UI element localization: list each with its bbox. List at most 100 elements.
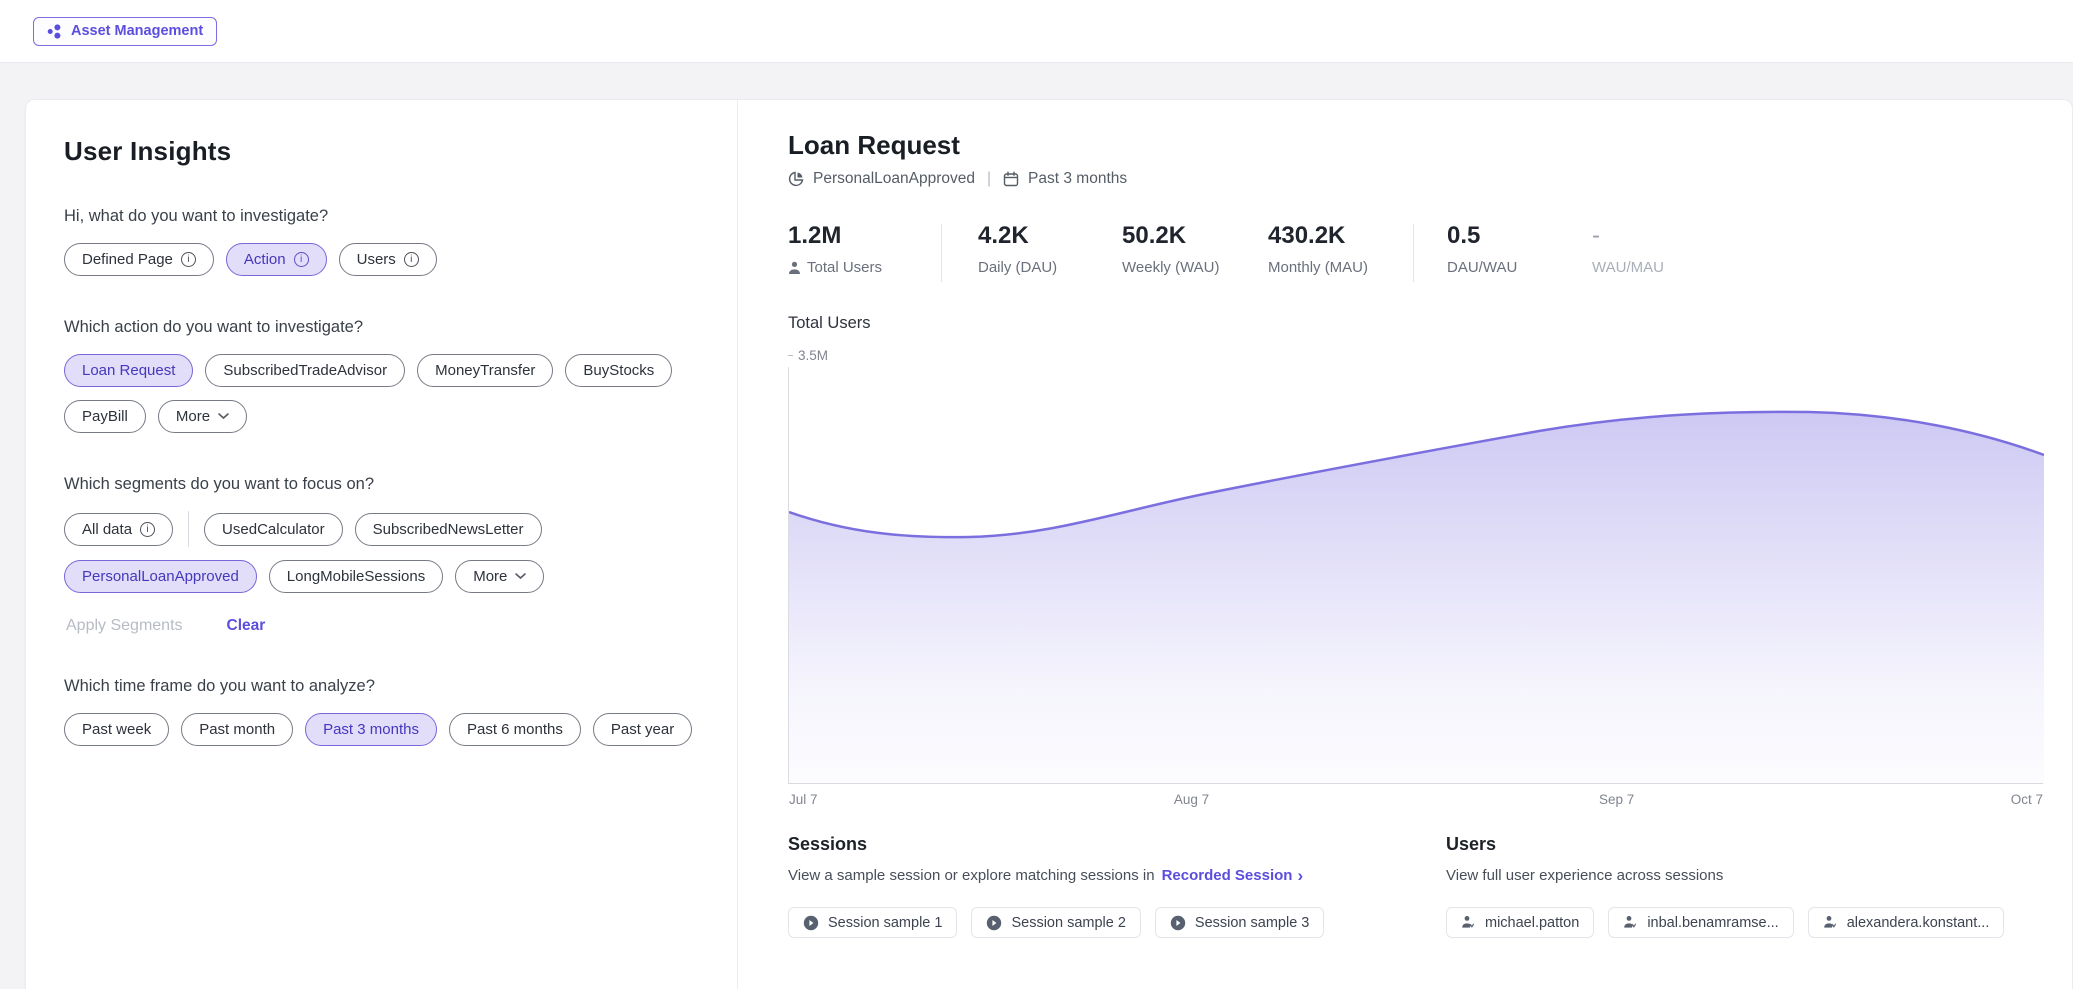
chip-money-transfer[interactable]: MoneyTransfer xyxy=(417,354,553,387)
session-sample-1-button[interactable]: Session sample 1 xyxy=(788,907,957,938)
session-samples-row: Session sample 1 Session sample 2 Sessio… xyxy=(788,907,1446,938)
insights-card: User Insights Hi, what do you want to in… xyxy=(25,99,2073,989)
chip-label: Defined Page xyxy=(82,251,173,268)
sessions-section: Sessions View a sample session or explor… xyxy=(788,834,1446,938)
chip-long-mobile-sessions[interactable]: LongMobileSessions xyxy=(269,560,443,593)
chip-past-week[interactable]: Past week xyxy=(64,713,169,746)
timeframe-chip-row: Past week Past month Past 3 months Past … xyxy=(64,713,697,746)
chip-label: Action xyxy=(244,251,286,268)
sessions-title: Sessions xyxy=(788,834,1446,855)
sessions-description: View a sample session or explore matchin… xyxy=(788,867,1446,884)
metric-label: Monthly (MAU) xyxy=(1268,259,1368,276)
chip-past-3-months[interactable]: Past 3 months xyxy=(305,713,437,746)
chip-personal-loan-approved[interactable]: PersonalLoanApproved xyxy=(64,560,257,593)
question-action: Which action do you want to investigate? xyxy=(64,318,697,337)
metric-value: 0.5 xyxy=(1447,222,1592,250)
metric-dau: 4.2K Daily (DAU) xyxy=(978,222,1122,276)
chip-label: Past 6 months xyxy=(467,721,563,738)
play-icon xyxy=(1170,915,1186,931)
x-tick-sep: Sep 7 xyxy=(1599,792,1634,807)
chip-defined-page[interactable]: Defined Page xyxy=(64,243,214,276)
user-alexandera-button[interactable]: alexandera.konstant... xyxy=(1808,907,2005,938)
play-icon xyxy=(986,915,1002,931)
user-michael-patton-button[interactable]: michael.patton xyxy=(1446,907,1594,938)
chip-label: Loan Request xyxy=(82,362,175,379)
tick-mark xyxy=(788,355,793,356)
question-investigate: Hi, what do you want to investigate? xyxy=(64,207,697,226)
asset-cluster-icon xyxy=(47,24,62,39)
chip-label: SubscribedTradeAdvisor xyxy=(223,362,387,379)
chip-label: PayBill xyxy=(82,408,128,425)
x-tick-jul: Jul 7 xyxy=(789,792,818,807)
metric-value: - xyxy=(1592,222,1664,250)
person-icon xyxy=(788,261,801,275)
chip-past-6-months[interactable]: Past 6 months xyxy=(449,713,581,746)
chip-action[interactable]: Action xyxy=(226,243,327,276)
segment-name: PersonalLoanApproved xyxy=(813,170,975,188)
chip-buy-stocks[interactable]: BuyStocks xyxy=(565,354,672,387)
metric-total-users: 1.2M Total Users xyxy=(788,222,941,276)
play-icon xyxy=(803,915,819,931)
metric-label: Weekly (WAU) xyxy=(1122,259,1220,276)
subtitle-separator: | xyxy=(987,170,991,188)
recorded-session-link[interactable]: Recorded Session › xyxy=(1162,867,1304,884)
user-inbal-button[interactable]: inbal.benamramse... xyxy=(1608,907,1793,938)
chip-label: Past month xyxy=(199,721,275,738)
session-sample-3-button[interactable]: Session sample 3 xyxy=(1155,907,1324,938)
metric-divider xyxy=(941,224,942,282)
chip-users[interactable]: Users xyxy=(339,243,437,276)
chip-label: Past week xyxy=(82,721,151,738)
chip-label: More xyxy=(176,408,210,425)
x-tick-aug: Aug 7 xyxy=(1174,792,1209,807)
asset-management-button[interactable]: Asset Management xyxy=(33,17,217,46)
chip-label: MoneyTransfer xyxy=(435,362,535,379)
segment-divider xyxy=(188,511,189,547)
apply-segments-button[interactable]: Apply Segments xyxy=(66,617,183,635)
segment-chip-row-1: All data UsedCalculator SubscribedNewsLe… xyxy=(64,511,697,547)
chip-pay-bill[interactable]: PayBill xyxy=(64,400,146,433)
chip-label: LongMobileSessions xyxy=(287,568,425,585)
calendar-icon xyxy=(1003,171,1019,187)
page-body: User Insights Hi, what do you want to in… xyxy=(0,63,2073,989)
chip-label: Users xyxy=(357,251,396,268)
y-tick-label: 3.5M xyxy=(798,348,828,363)
chevron-down-icon xyxy=(515,573,526,580)
chip-loan-request[interactable]: Loan Request xyxy=(64,354,193,387)
segment-actions-row: Apply Segments Clear xyxy=(66,617,697,635)
chip-more-actions[interactable]: More xyxy=(158,400,247,433)
metric-dau-wau: 0.5 DAU/WAU xyxy=(1447,222,1592,276)
info-icon xyxy=(140,522,155,537)
metric-label: Daily (DAU) xyxy=(978,259,1057,276)
total-users-area-chart: Jul 7 Aug 7 Sep 7 Oct 7 xyxy=(788,367,2043,784)
user-session-icon xyxy=(1461,915,1476,930)
metric-value: 430.2K xyxy=(1268,222,1413,250)
chip-label: UsedCalculator xyxy=(222,521,325,538)
page-title: User Insights xyxy=(64,136,697,167)
chip-label: More xyxy=(473,568,507,585)
chip-label: All data xyxy=(82,521,132,538)
pie-chart-icon xyxy=(788,171,804,187)
chip-label: PersonalLoanApproved xyxy=(82,568,239,585)
chevron-down-icon xyxy=(218,413,229,420)
investigate-chip-row: Defined Page Action Users xyxy=(64,243,697,276)
metric-value: 1.2M xyxy=(788,222,941,250)
chip-label: Past year xyxy=(611,721,674,738)
clear-button[interactable]: Clear xyxy=(227,617,266,635)
metric-divider xyxy=(1413,224,1414,282)
chip-more-segments[interactable]: More xyxy=(455,560,544,593)
metric-wau-mau: - WAU/MAU xyxy=(1592,222,1664,276)
metric-wau: 50.2K Weekly (WAU) xyxy=(1122,222,1268,276)
chip-subscribed-trade-advisor[interactable]: SubscribedTradeAdvisor xyxy=(205,354,405,387)
chip-past-year[interactable]: Past year xyxy=(593,713,692,746)
metric-value: 50.2K xyxy=(1122,222,1268,250)
chip-used-calculator[interactable]: UsedCalculator xyxy=(204,513,343,546)
chip-all-data[interactable]: All data xyxy=(64,513,173,546)
chip-subscribed-newsletter[interactable]: SubscribedNewsLetter xyxy=(355,513,542,546)
action-chip-row-2: PayBill More xyxy=(64,400,697,433)
asset-management-label: Asset Management xyxy=(71,23,203,39)
session-sample-2-button[interactable]: Session sample 2 xyxy=(971,907,1140,938)
report-title: Loan Request xyxy=(788,130,2044,161)
chip-past-month[interactable]: Past month xyxy=(181,713,293,746)
question-segments: Which segments do you want to focus on? xyxy=(64,475,697,494)
metrics-row: 1.2M Total Users 4.2K Daily (DAU) 50.2K … xyxy=(788,222,2044,282)
